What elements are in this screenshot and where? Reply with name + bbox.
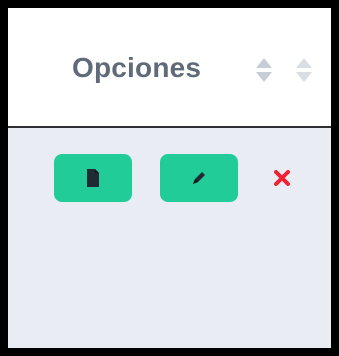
sort-icon[interactable] bbox=[294, 54, 314, 86]
sort-icon[interactable] bbox=[254, 54, 274, 86]
file-icon bbox=[87, 169, 99, 187]
delete-button[interactable] bbox=[270, 166, 294, 190]
table-row bbox=[8, 128, 331, 348]
table-header: Opciones bbox=[8, 8, 331, 128]
table-screenshot-frame: Opciones bbox=[0, 0, 339, 356]
view-button[interactable] bbox=[54, 154, 132, 202]
close-icon bbox=[274, 170, 290, 186]
pencil-icon bbox=[193, 172, 205, 184]
column-title-options: Opciones bbox=[72, 52, 202, 83]
edit-button[interactable] bbox=[160, 154, 238, 202]
